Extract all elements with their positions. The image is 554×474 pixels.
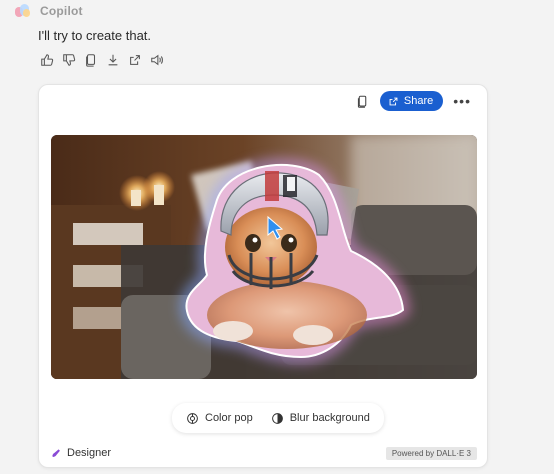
assistant-message: I'll try to create that. (38, 28, 152, 43)
message-actions (40, 53, 164, 67)
copy-image-icon[interactable] (356, 94, 370, 108)
thumbs-up-icon[interactable] (40, 53, 54, 67)
color-pop-icon (187, 412, 198, 424)
blur-background-chip[interactable]: Blur background (265, 406, 376, 430)
share-button[interactable]: Share (379, 91, 444, 111)
thumbs-down-icon[interactable] (62, 53, 76, 67)
designer-link[interactable]: Designer (51, 447, 111, 459)
more-icon[interactable]: ••• (453, 94, 471, 108)
blur-background-label: Blur background (289, 412, 370, 424)
share-icon (389, 97, 398, 105)
assistant-header: Copilot (14, 2, 83, 20)
copy-icon[interactable] (84, 53, 98, 67)
designer-icon (52, 448, 60, 457)
designer-label: Designer (67, 447, 112, 459)
color-pop-label: Color pop (205, 412, 253, 424)
download-icon[interactable] (106, 53, 120, 67)
share-label: Share (403, 95, 434, 107)
image-edit-options: Color pop Blur background (172, 403, 384, 433)
speaker-icon[interactable] (150, 53, 164, 67)
image-result-card: Share ••• Color pop Blur background Desi… (38, 84, 488, 468)
assistant-name: Copilot (40, 4, 83, 18)
copilot-logo-icon (14, 2, 32, 20)
generated-image[interactable] (51, 135, 477, 379)
powered-by-badge: Powered by DALL·E 3 (385, 447, 477, 460)
color-pop-chip[interactable]: Color pop (180, 406, 259, 430)
card-toolbar: Share ••• (356, 90, 471, 112)
blur-icon (271, 412, 283, 424)
export-icon[interactable] (128, 53, 142, 67)
